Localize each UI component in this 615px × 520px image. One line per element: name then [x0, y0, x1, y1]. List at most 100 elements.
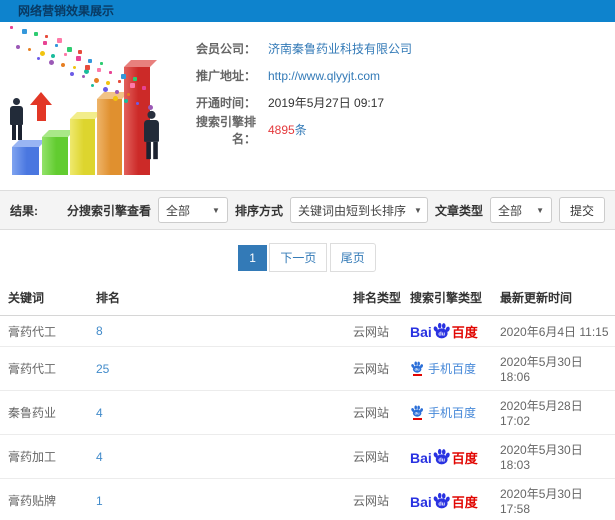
- baidu-logo: Bai du 百度: [410, 448, 478, 465]
- updated-cell: 2020年5月30日 18:03: [492, 434, 615, 479]
- header-engine-type: 搜索引擎类型: [402, 279, 492, 316]
- baidu-paw-icon: du: [433, 492, 450, 508]
- rank-type-cell: 云网站: [345, 346, 402, 391]
- confetti-dot: [114, 89, 119, 94]
- table-row: 膏药加工 4 云网站 Bai du 百度 2020年5月30日 18:03: [0, 434, 615, 479]
- chart-bar: [12, 140, 46, 175]
- confetti-dot: [126, 92, 130, 96]
- member-summary-section: 会员公司： 济南秦鲁药业科技有限公司 推广地址： http://www.qlyy…: [0, 22, 615, 190]
- confetti-dot: [70, 71, 75, 76]
- svg-text:du: du: [438, 501, 445, 507]
- svg-text:du: du: [415, 367, 420, 372]
- confetti-dot: [105, 80, 110, 85]
- confetti-dot: [27, 47, 31, 51]
- confetti-dot: [81, 74, 85, 78]
- confetti-dot: [112, 95, 118, 101]
- confetti-dot: [91, 83, 95, 87]
- updated-cell: 2020年5月30日 17:58: [492, 478, 615, 520]
- baidu-mobile-paw-icon: du: [410, 405, 424, 420]
- confetti-dot: [142, 86, 146, 90]
- header-updated: 最新更新时间: [492, 279, 615, 316]
- baidu-paw-icon: du: [433, 448, 450, 464]
- promo-url-label: 推广地址：: [195, 69, 256, 83]
- results-label: 结果:: [10, 203, 38, 218]
- confetti-dot: [99, 62, 103, 65]
- baidu-mobile-label: 手机百度: [428, 406, 477, 420]
- confetti-dot: [120, 74, 126, 79]
- confetti-dot: [130, 83, 136, 88]
- confetti-dot: [87, 59, 92, 63]
- baidu-mobile-logo: du 手机百度: [410, 404, 476, 421]
- engine-view-label: 分搜索引擎查看: [66, 203, 151, 218]
- rank-cell[interactable]: 1: [88, 478, 345, 520]
- filter-controls: 分搜索引擎查看 全部 ▼ 排序方式 关键词由短到长排序 ▼ 文章类型 全部 ▼ …: [67, 197, 605, 223]
- rank-cell[interactable]: 4: [88, 390, 345, 435]
- confetti-dot: [147, 104, 153, 110]
- confetti-dot: [21, 29, 27, 34]
- chevron-down-icon: ▼: [413, 205, 422, 215]
- rank-cell[interactable]: 8: [88, 315, 345, 347]
- engine-rank-unit: 条: [294, 123, 307, 137]
- confetti-dot: [54, 44, 58, 47]
- rank-type-cell: 云网站: [345, 434, 402, 479]
- keyword-rank-table: 关键词 排名 排名类型 搜索引擎类型 最新更新时间 膏药代工 8 云网站 Bai: [0, 279, 615, 520]
- engine-view-select[interactable]: 全部 ▼: [157, 197, 228, 223]
- sort-select[interactable]: 关键词由短到长排序 ▼: [289, 197, 428, 223]
- businessman-right-figure: [144, 110, 159, 160]
- page-title: 网络营销效果展示: [0, 0, 615, 22]
- page-button[interactable]: 尾页: [329, 243, 376, 272]
- engine-cell: Bai du 百度: [402, 315, 492, 347]
- keyword-cell: 膏药贴牌: [0, 478, 88, 520]
- baidu-mobile-underline: [412, 374, 422, 376]
- confetti-dot: [48, 59, 54, 65]
- baidu-mobile-label: 手机百度: [428, 362, 477, 376]
- confetti-dot: [66, 47, 72, 52]
- up-arrow-icon: [30, 92, 52, 121]
- sort-label: 排序方式: [234, 203, 283, 218]
- baidu-name-text: 百度: [451, 325, 478, 340]
- page-button[interactable]: 下一页: [269, 243, 328, 272]
- results-filter-bar: 结果: 分搜索引擎查看 全部 ▼ 排序方式 关键词由短到长排序 ▼ 文章类型 全…: [0, 190, 615, 230]
- chevron-down-icon: ▼: [212, 205, 220, 215]
- header-keyword: 关键词: [0, 279, 88, 316]
- engine-view-selected: 全部: [165, 203, 190, 218]
- baidu-mobile-logo: du 手机百度: [410, 360, 476, 377]
- confetti-dot: [136, 101, 140, 105]
- confetti-dot: [57, 38, 63, 43]
- svg-text:du: du: [438, 331, 445, 337]
- article-type-select[interactable]: 全部 ▼: [489, 197, 552, 223]
- header-rank-type: 排名类型: [345, 279, 402, 316]
- chart-bar: [42, 130, 75, 175]
- engine-rank-value: 4895条: [268, 121, 307, 138]
- confetti-dot: [10, 26, 13, 29]
- baidu-mobile-paw-icon: du: [410, 361, 424, 376]
- businessman-left-figure: [10, 98, 23, 140]
- chart-bar: [70, 112, 102, 175]
- confetti-dot: [78, 50, 83, 54]
- confetti-dot: [76, 56, 81, 61]
- promo-url-link[interactable]: http://www.qlyyjt.com: [268, 69, 380, 83]
- baidu-name-text: 百度: [451, 450, 478, 466]
- keyword-cell: 膏药加工: [0, 434, 88, 479]
- confetti-dot: [60, 62, 65, 67]
- confetti-dot: [124, 98, 129, 103]
- rank-cell[interactable]: 25: [88, 346, 345, 391]
- rank-type-cell: 云网站: [345, 315, 402, 347]
- engine-cell: du 手机百度: [402, 390, 492, 435]
- promo-url-field: 推广地址： http://www.qlyyjt.com: [178, 62, 615, 89]
- confetti-dot: [85, 65, 91, 70]
- page-button[interactable]: 1: [238, 245, 267, 271]
- confetti-dot: [93, 77, 99, 83]
- engine-rank-field: 搜索引擎排名： 4895条: [178, 115, 615, 146]
- confetti-dot: [43, 41, 47, 45]
- rank-type-cell: 云网站: [345, 390, 402, 435]
- member-company-link[interactable]: 济南秦鲁药业科技有限公司: [268, 40, 412, 57]
- table-row: 膏药代工 25 云网站 du 手机百度 2020年5月30日 18:06: [0, 346, 615, 391]
- member-info-list: 会员公司： 济南秦鲁药业科技有限公司 推广地址： http://www.qlyy…: [178, 22, 615, 190]
- member-company-field: 会员公司： 济南秦鲁药业科技有限公司: [178, 35, 615, 62]
- rank-cell[interactable]: 4: [88, 434, 345, 479]
- submit-button[interactable]: 提交: [558, 197, 605, 223]
- sort-selected: 关键词由短到长排序: [297, 203, 406, 218]
- confetti-dot: [109, 71, 112, 74]
- svg-text:du: du: [415, 411, 420, 416]
